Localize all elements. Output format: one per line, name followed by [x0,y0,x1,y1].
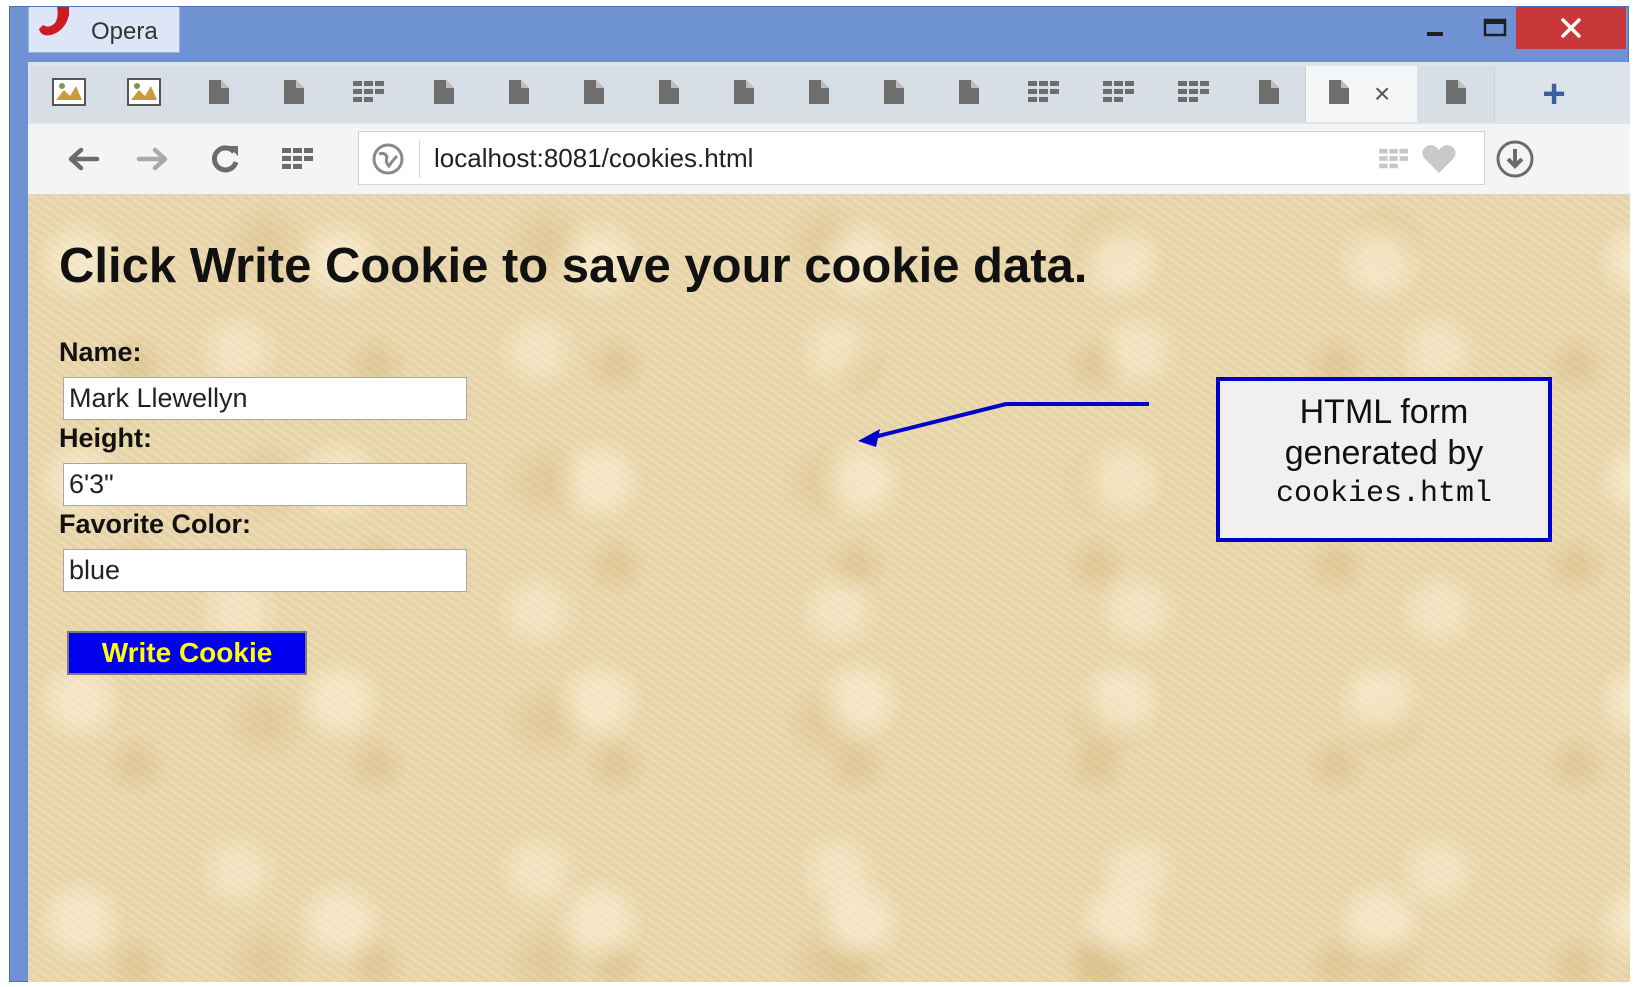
page-icon [206,78,232,111]
site-info-icon[interactable] [371,142,405,176]
page-icon [1256,78,1282,111]
address-separator [419,140,420,178]
maximize-icon [1483,18,1507,37]
browser-tab[interactable] [105,66,183,122]
page-icon [281,78,307,111]
grid-icon [352,79,386,110]
browser-tab[interactable] [255,66,333,122]
new-tab-button[interactable]: + [1523,66,1585,122]
page-icon [431,78,457,111]
grid-icon [1177,79,1211,110]
title-bar: Opera [10,7,1628,62]
page-icon [1326,78,1352,111]
close-icon [1561,18,1581,38]
downloads-button[interactable] [1490,134,1540,184]
browser-tab[interactable] [180,66,258,122]
page-content: Click Write Cookie to save your cookie d… [28,195,1630,982]
close-window-button[interactable] [1516,7,1626,49]
browser-tab[interactable] [930,66,1008,122]
forward-arrow-icon [136,147,168,171]
browser-tab[interactable] [780,66,858,122]
thumbnail-icon [51,77,86,111]
grid-icon [1027,79,1061,110]
page-icon [731,78,757,111]
browser-tab[interactable] [1230,66,1308,122]
page-icon [956,78,982,111]
annotation-arrow [858,402,1149,447]
browser-tab[interactable] [1005,66,1083,122]
browser-tab[interactable] [705,66,783,122]
opera-logo-icon [39,7,69,36]
reload-icon [211,145,239,173]
browser-tab[interactable] [630,66,708,122]
page-icon [506,78,532,111]
browser-tab[interactable] [1080,66,1158,122]
callout-line1: HTML form [1299,393,1469,431]
browser-tab[interactable] [1417,66,1495,122]
thumbnail-icon [126,77,161,111]
page-icon [581,78,607,111]
url-text[interactable]: localhost:8081/cookies.html [434,143,753,174]
page-icon [1443,78,1469,111]
grid-icon [1379,148,1408,169]
browser-tab[interactable]: × [1305,66,1421,122]
browser-tab[interactable] [30,66,108,122]
browser-window: Opera + × localhost:8081/cookies.html Cl… [9,6,1630,982]
speed-dial-button[interactable] [273,134,323,184]
back-button[interactable] [58,134,108,184]
page-icon [806,78,832,111]
navigation-bar: localhost:8081/cookies.html [28,124,1630,195]
address-bar[interactable]: localhost:8081/cookies.html [358,131,1485,185]
browser-tab[interactable] [855,66,933,122]
browser-tab[interactable] [480,66,558,122]
browser-tab[interactable] [330,66,408,122]
minimize-icon [1427,32,1443,36]
browser-tab[interactable] [405,66,483,122]
forward-button[interactable] [128,134,178,184]
heart-icon [1422,145,1456,173]
callout-line2: generated by [1284,434,1484,472]
callout-filename: cookies.html [1275,477,1493,511]
page-icon [881,78,907,111]
speed-dial-add-button[interactable] [1376,142,1412,176]
tab-strip: + × [28,62,1630,125]
reload-button[interactable] [200,134,250,184]
grid-icon [1102,79,1136,110]
back-arrow-icon [68,147,100,171]
minimize-button[interactable] [1405,7,1465,49]
download-icon [1496,140,1534,178]
close-tab-icon[interactable]: × [1374,80,1390,108]
browser-tab[interactable] [555,66,633,122]
page-icon [656,78,682,111]
browser-tab[interactable] [1155,66,1233,122]
annotation-callout: HTML form generated by cookies.html [1216,377,1552,542]
opera-menu-button[interactable]: Opera [28,7,180,53]
bookmark-button[interactable] [1421,142,1457,176]
app-name: Opera [91,18,158,45]
grid-icon [282,148,313,169]
